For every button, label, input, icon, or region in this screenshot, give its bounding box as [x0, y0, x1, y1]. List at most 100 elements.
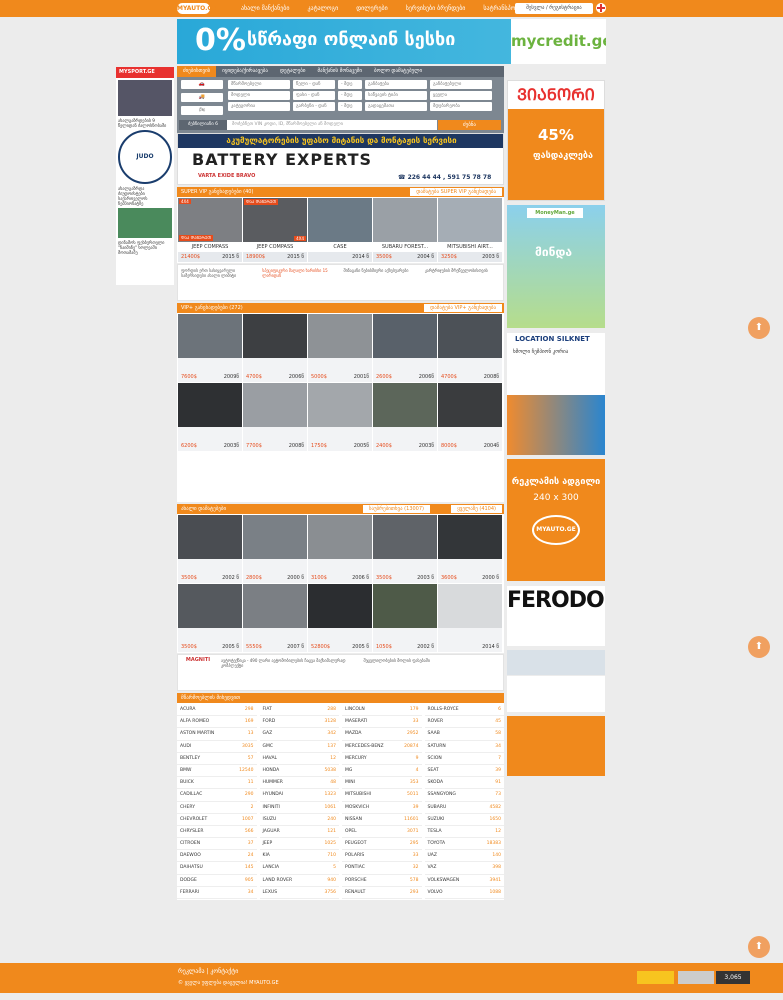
brand-link[interactable]: OPEL 3071 — [342, 826, 422, 839]
visitor-counter[interactable]: 3,065 — [716, 971, 750, 984]
location-select[interactable]: მდებარეობა — [430, 102, 492, 111]
listing-card[interactable]: 52800$ 2005 წ — [308, 584, 372, 652]
price-to-input[interactable]: - მდე — [338, 91, 362, 100]
listing-card[interactable]: 4X4 ᲓᲐᲐ ᲓᲐᲬᲔᲠᲔᲗ JEEP COMPASS 21400$ 2015 წ — [178, 198, 242, 262]
news-text[interactable]: ახალგაზრდა ძიუდოისტები საქართველოს ჩემპი… — [116, 186, 174, 206]
brand-link[interactable]: ISUZU 240 — [259, 814, 339, 826]
listing-card[interactable]: 3100$ 2006 წ — [308, 515, 372, 583]
listing-card[interactable]: 3500$ 2003 წ — [373, 515, 437, 583]
brand-link[interactable]: LINCOLN 179 — [342, 704, 422, 717]
category-select[interactable]: კატეგორია — [228, 102, 290, 111]
brand-link[interactable]: VAZ 398 — [424, 862, 504, 875]
customs-status-select[interactable]: განბაჟებული — [430, 80, 492, 89]
scroll-up-icon[interactable]: ⬆ — [748, 636, 770, 658]
nav-item[interactable]: დილერები — [347, 0, 396, 17]
brand-link[interactable]: CITROEN 37 — [177, 838, 257, 851]
listing-card[interactable]: CASE 2014 წ — [308, 198, 372, 262]
manufacturer-select[interactable]: მწარმოებელი — [228, 80, 290, 89]
year-from-select[interactable]: წელი - დან — [293, 80, 335, 89]
brand-link[interactable]: RENAULT 293 — [342, 887, 422, 899]
brand-link[interactable]: HONDA 5038 — [259, 765, 339, 778]
brand-link[interactable]: SSANGYONG 73 — [424, 789, 504, 802]
brand-link[interactable]: BUICK 11 — [177, 777, 257, 790]
brand-link[interactable]: SKODA 91 — [424, 777, 504, 790]
brand-link[interactable]: ROVER 45 — [424, 716, 504, 729]
nav-item[interactable]: სერვისები ბრენდები — [397, 0, 475, 17]
brand-link[interactable]: JAGUAR 121 — [259, 826, 339, 839]
news-text[interactable]: დინამოს ფეხბურთელი "ჩაიმინე" სოლეაში მოთ… — [116, 240, 174, 255]
recent-sale-link[interactable]: საუბრებითხვა (13007) — [362, 505, 430, 513]
listing-card[interactable]: 2400$ 2003წ — [373, 383, 437, 451]
brand-link[interactable]: KIA 710 — [259, 850, 339, 863]
brand-link[interactable]: PONTIAC 32 — [342, 862, 422, 875]
tab-sale[interactable]: იყიდება/ქირაავება — [216, 66, 274, 77]
gearbox-select[interactable]: გადაცემათა — [365, 102, 427, 111]
brand-link[interactable]: MERCURY 9 — [342, 753, 422, 765]
partner-badge[interactable] — [637, 971, 674, 984]
brand-link[interactable]: SUBARU 4582 — [424, 802, 504, 814]
text-ad[interactable]: სპეციფიკური მაღალი ხარისხი 15 ლარიდან — [259, 265, 340, 300]
brand-link[interactable]: SAAB 58 — [424, 728, 504, 741]
brand-link[interactable]: CHRYSLER 566 — [177, 826, 257, 839]
brand-link[interactable]: DAEWOO 24 — [177, 850, 257, 863]
text-ad[interactable]: ფორდის ერთ სასიყვარული სამერსიდესი ახალი… — [178, 265, 259, 300]
add-super-vip-button[interactable]: დამატება SUPER VIP განცხადება — [410, 188, 502, 196]
ferodo-banner[interactable]: FERODO — [507, 586, 605, 646]
tab-details[interactable]: დეტალები — [274, 66, 311, 77]
brand-link[interactable]: SATURN 34 — [424, 741, 504, 753]
mycredit-banner[interactable]: 0% სწრაფი ონლაინ სესხი mycredit.ge — [177, 19, 606, 64]
listing-card[interactable]: 1750$ 2005წ — [308, 383, 372, 451]
search-input[interactable]: ძებნილიანი 6 მოძებნეთ VIN კოდი, ID, მწარ… — [179, 120, 437, 130]
brand-link[interactable]: LANCIA 5 — [259, 862, 339, 875]
brand-link[interactable]: BMW 12540 — [177, 765, 257, 778]
fuel-select[interactable]: საწვავის ტიპი — [365, 91, 427, 100]
car-icon[interactable]: 🚗 — [181, 80, 223, 89]
listing-card[interactable]: 4700$ 2008წ — [438, 314, 502, 382]
search-button[interactable]: ძებნა — [438, 120, 501, 130]
listing-card[interactable]: SUBARU FOREST... 3500$ 2004 წ — [373, 198, 437, 262]
mileage-from-input[interactable]: გარბენი - დან — [293, 102, 335, 111]
brand-link[interactable]: VOLVO 1088 — [424, 887, 504, 899]
brand-link[interactable]: BENTLEY 57 — [177, 753, 257, 765]
brand-link[interactable]: LAND ROVER 940 — [259, 875, 339, 887]
text-ad[interactable]: ავტოტექნიკა - 490 ლარი ავტომობილების ჩაც… — [218, 655, 361, 690]
brand-link[interactable]: DODGE 905 — [177, 875, 257, 887]
listing-card[interactable]: 3600$ 2000 წ — [438, 515, 502, 583]
news-image[interactable] — [118, 208, 172, 238]
brand-link[interactable]: UAZ 140 — [424, 850, 504, 863]
georgia-flag-icon[interactable] — [596, 3, 606, 13]
mysport-header[interactable]: MYSPORT.GE — [116, 67, 174, 78]
scroll-up-icon[interactable]: ⬆ — [748, 936, 770, 958]
year-to-select[interactable]: - მდე — [338, 80, 362, 89]
brand-link[interactable]: MOSKVICH 39 — [342, 802, 422, 814]
brand-link[interactable]: GMC 137 — [259, 741, 339, 753]
counter-badge[interactable] — [678, 971, 714, 984]
truck-icon[interactable]: 🚚 — [181, 93, 223, 102]
brand-link[interactable]: HUMMER 48 — [259, 777, 339, 790]
listing-card[interactable]: 3500$ 2002 წ — [178, 515, 242, 583]
listing-card[interactable]: 6200$ 2003წ — [178, 383, 242, 451]
brand-link[interactable]: ACURA 298 — [177, 704, 257, 717]
moto-icon[interactable]: 🏍 — [181, 106, 223, 115]
brand-link[interactable]: MG 4 — [342, 765, 422, 778]
brand-link[interactable]: ROLLS-ROYCE 6 — [424, 704, 504, 717]
magniti-logo[interactable]: MAGNITI — [178, 655, 218, 690]
silknet-banner[interactable]: LOCATION SILKNET ხმოლი ჩემპიონ კორია — [507, 333, 605, 455]
listing-card[interactable]: ᲓᲐᲐ ᲓᲐᲬᲔᲠᲔᲗ 4X4 JEEP COMPASS 18900$ 2015 წ — [243, 198, 307, 262]
listing-card[interactable]: 8000$ 2004წ — [438, 383, 502, 451]
brand-link[interactable]: PORSCHE 578 — [342, 875, 422, 887]
brand-link[interactable]: HYUNDAI 1323 — [259, 789, 339, 802]
brand-link[interactable]: DAIHATSU 145 — [177, 862, 257, 875]
brand-link[interactable]: FERRARI 34 — [177, 887, 257, 899]
brand-link[interactable]: CHERY 2 — [177, 802, 257, 814]
brand-link[interactable]: MASERATI 33 — [342, 716, 422, 729]
news-image[interactable] — [118, 80, 172, 116]
vianor-banner[interactable]: ᲕᲘᲐᲜᲝᲠᲘ 45% ფასდაკლება — [507, 80, 605, 201]
mileage-to-input[interactable]: - მდე — [338, 102, 362, 111]
customs-select[interactable]: განბაჟება — [365, 80, 427, 89]
news-text[interactable]: ახალგაზრდების 9 წელიდან ძალოსნობაში — [116, 118, 174, 128]
brand-link[interactable]: MAZDA 2952 — [342, 728, 422, 741]
listing-card[interactable]: 3500$ 2005 წ — [178, 584, 242, 652]
price-from-input[interactable]: ფასი - დან — [293, 91, 335, 100]
listing-card[interactable]: 1050$ 2002 წ — [373, 584, 437, 652]
